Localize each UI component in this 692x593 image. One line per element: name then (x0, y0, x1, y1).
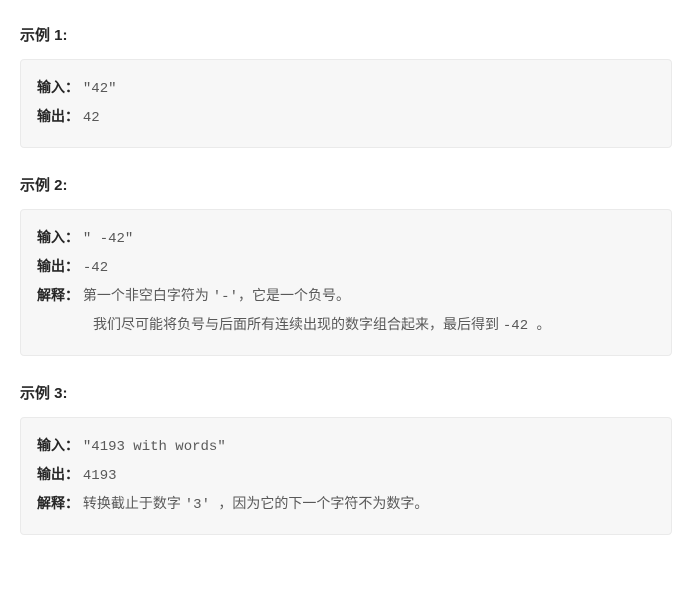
explain-row: 解释： 第一个非空白字符为 '-'，它是一个负号。 (37, 282, 655, 311)
example-block: 输入： "42" 输出： 42 (20, 59, 672, 148)
explain-text: 它是一个负号。 (252, 287, 350, 303)
output-label: 输出： (37, 260, 79, 276)
output-value: 4193 (83, 468, 117, 484)
example-title: 示例 1: (20, 24, 672, 45)
example-block: 输入： "4193 with words" 输出： 4193 解释： 转换截止于… (20, 417, 672, 535)
output-value: -42 (83, 260, 108, 276)
input-row: 输入： "4193 with words" (37, 432, 655, 461)
example-title: 示例 2: (20, 174, 672, 195)
output-label: 输出： (37, 468, 79, 484)
explain-code: '-'， (213, 289, 252, 305)
explain-row: 解释： 转换截止于数字 '3' ，因为它的下一个字符不为数字。 (37, 490, 655, 519)
explain-label: 解释： (37, 497, 79, 513)
input-row: 输入： " -42" (37, 224, 655, 253)
explain-code: '3' (185, 497, 219, 513)
input-value: " -42" (83, 231, 133, 247)
explain-text: 。 (537, 316, 551, 332)
output-row: 输出： 42 (37, 103, 655, 132)
explain-code: -42 (503, 318, 537, 334)
output-row: 输出： 4193 (37, 461, 655, 490)
explain-label: 解释： (37, 289, 79, 305)
explain-text: 第一个非空白字符为 (83, 287, 213, 303)
input-value: "4193 with words" (83, 439, 226, 455)
input-row: 输入： "42" (37, 74, 655, 103)
example-block: 输入： " -42" 输出： -42 解释： 第一个非空白字符为 '-'，它是一… (20, 209, 672, 356)
output-value: 42 (83, 110, 100, 126)
input-value: "42" (83, 81, 117, 97)
explain-text: 转换截止于数字 (83, 495, 185, 511)
explain-text: ，因为它的下一个字符不为数字。 (218, 495, 428, 511)
output-row: 输出： -42 (37, 253, 655, 282)
explain-text: 我们尽可能将负号与后面所有连续出现的数字组合起来，最后得到 (93, 316, 503, 332)
input-label: 输入： (37, 231, 79, 247)
input-label: 输入： (37, 439, 79, 455)
example-title: 示例 3: (20, 382, 672, 403)
input-label: 输入： (37, 81, 79, 97)
explain-row-cont: 我们尽可能将负号与后面所有连续出现的数字组合起来，最后得到 -42 。 (37, 311, 655, 340)
output-label: 输出： (37, 110, 79, 126)
